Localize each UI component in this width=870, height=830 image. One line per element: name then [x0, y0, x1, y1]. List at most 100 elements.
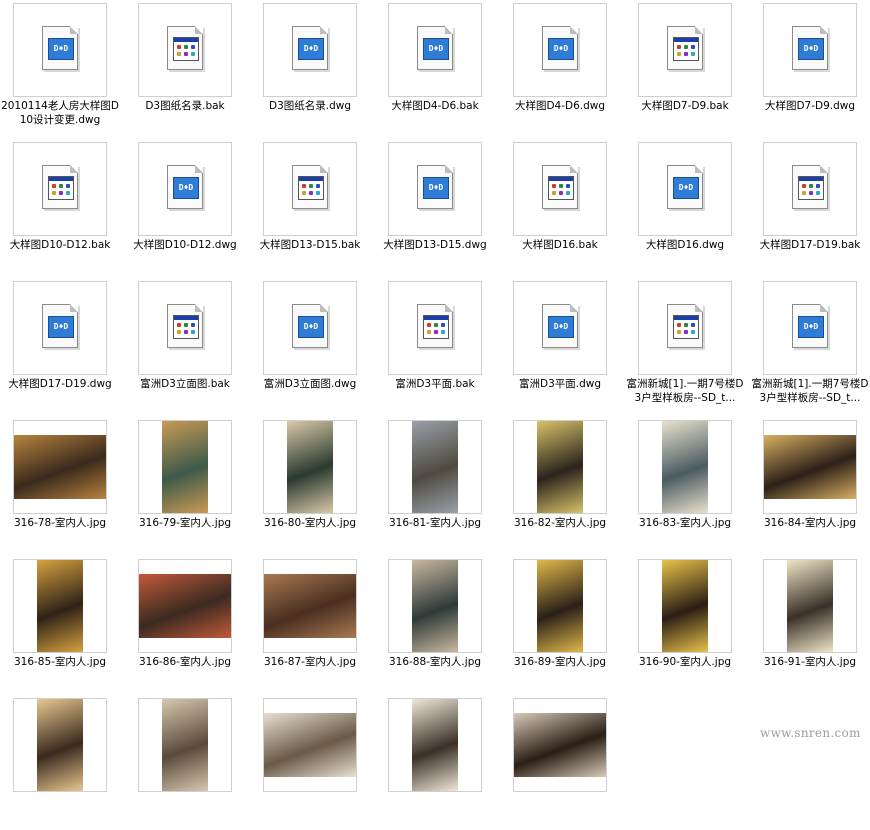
file-item[interactable]	[500, 695, 620, 830]
photo-thumbnail[interactable]	[388, 559, 482, 653]
photo-thumbnail[interactable]	[13, 420, 107, 514]
file-thumbnail[interactable]: D♦D	[388, 3, 482, 97]
file-thumbnail[interactable]: D♦D	[763, 3, 857, 97]
file-item[interactable]: D♦D 大样图D7-D9.dwg	[750, 0, 870, 135]
photo-image	[264, 574, 356, 638]
photo-thumbnail[interactable]	[138, 559, 232, 653]
file-item[interactable]: 316-79-室内人.jpg	[125, 417, 245, 552]
file-name-label: 316-84-室内人.jpg	[763, 517, 857, 529]
file-item[interactable]: D♦D 大样图D17-D19.dwg	[0, 278, 120, 413]
file-thumbnail[interactable]: D♦D	[638, 142, 732, 236]
file-name-label: 大样图D4-D6.bak	[391, 100, 479, 112]
file-thumbnail[interactable]	[263, 142, 357, 236]
file-thumbnail[interactable]	[638, 281, 732, 375]
bak-file-icon	[42, 165, 78, 209]
file-item[interactable]: 大样图D7-D9.bak	[625, 0, 745, 135]
file-name-label: 大样图D17-D19.dwg	[8, 378, 112, 390]
photo-thumbnail[interactable]	[388, 420, 482, 514]
file-item[interactable]	[0, 695, 120, 830]
file-thumbnail[interactable]: D♦D	[13, 281, 107, 375]
photo-image	[662, 421, 708, 513]
file-item[interactable]	[375, 695, 495, 830]
file-item[interactable]: 316-78-室内人.jpg	[0, 417, 120, 552]
file-item[interactable]: 316-82-室内人.jpg	[500, 417, 620, 552]
file-name-label: 2010114老人房大样图D10设计变更.dwg	[1, 100, 119, 126]
file-thumbnail[interactable]	[763, 142, 857, 236]
file-name-label: 316-91-室内人.jpg	[763, 656, 857, 668]
file-name-label: 富洲D3立面图.bak	[140, 378, 230, 390]
file-thumbnail[interactable]: D♦D	[513, 281, 607, 375]
file-item[interactable]: 316-84-室内人.jpg	[750, 417, 870, 552]
file-item[interactable]: D♦D D3图纸名录.dwg	[250, 0, 370, 135]
file-item[interactable]: 316-88-室内人.jpg	[375, 556, 495, 691]
file-item[interactable]: D♦D 大样图D16.dwg	[625, 139, 745, 274]
photo-thumbnail[interactable]	[388, 698, 482, 792]
photo-image	[412, 699, 458, 791]
photo-thumbnail[interactable]	[263, 559, 357, 653]
file-thumbnail[interactable]	[13, 142, 107, 236]
bak-file-icon	[792, 165, 828, 209]
file-item[interactable]: 316-80-室内人.jpg	[250, 417, 370, 552]
photo-thumbnail[interactable]	[638, 559, 732, 653]
photo-thumbnail[interactable]	[513, 559, 607, 653]
file-item[interactable]: D3图纸名录.bak	[125, 0, 245, 135]
file-item[interactable]: D♦D 大样图D13-D15.dwg	[375, 139, 495, 274]
file-item[interactable]: 大样图D13-D15.bak	[250, 139, 370, 274]
file-name-label: 316-90-室内人.jpg	[638, 656, 732, 668]
file-item[interactable]: D♦D 富洲D3立面图.dwg	[250, 278, 370, 413]
photo-thumbnail[interactable]	[763, 420, 857, 514]
file-item[interactable]	[125, 695, 245, 830]
file-item[interactable]: 316-83-室内人.jpg	[625, 417, 745, 552]
file-thumbnail[interactable]	[138, 281, 232, 375]
photo-image	[14, 435, 106, 499]
photo-thumbnail[interactable]	[13, 698, 107, 792]
file-thumbnail[interactable]: D♦D	[763, 281, 857, 375]
file-thumbnail[interactable]	[388, 281, 482, 375]
file-thumbnail[interactable]: D♦D	[388, 142, 482, 236]
file-item[interactable]: 富洲D3平面.bak	[375, 278, 495, 413]
file-item[interactable]: 316-91-室内人.jpg	[750, 556, 870, 691]
photo-image	[162, 421, 208, 513]
bak-file-icon	[167, 26, 203, 70]
file-item[interactable]: 大样图D17-D19.bak	[750, 139, 870, 274]
file-item[interactable]: D♦D 大样图D4-D6.dwg	[500, 0, 620, 135]
photo-thumbnail[interactable]	[13, 559, 107, 653]
file-thumbnail[interactable]: D♦D	[263, 3, 357, 97]
file-name-label: 大样图D7-D9.bak	[641, 100, 729, 112]
file-name-label: 316-88-室内人.jpg	[388, 656, 482, 668]
photo-thumbnail[interactable]	[763, 559, 857, 653]
file-item[interactable]: 富洲新城[1].一期7号楼D3户型样板房--SD_t...	[625, 278, 745, 413]
file-item[interactable]: 316-89-室内人.jpg	[500, 556, 620, 691]
file-thumbnail[interactable]: D♦D	[138, 142, 232, 236]
photo-thumbnail[interactable]	[263, 698, 357, 792]
photo-thumbnail[interactable]	[513, 698, 607, 792]
file-item[interactable]: 大样图D16.bak	[500, 139, 620, 274]
file-item[interactable]: 316-86-室内人.jpg	[125, 556, 245, 691]
file-thumbnail[interactable]	[138, 3, 232, 97]
file-item[interactable]: D♦D 大样图D4-D6.bak	[375, 0, 495, 135]
file-item[interactable]: D♦D 富洲D3平面.dwg	[500, 278, 620, 413]
file-thumbnail[interactable]: D♦D	[263, 281, 357, 375]
file-item[interactable]: D♦D 2010114老人房大样图D10设计变更.dwg	[0, 0, 120, 135]
file-name-label: 316-79-室内人.jpg	[138, 517, 232, 529]
file-item[interactable]: 316-81-室内人.jpg	[375, 417, 495, 552]
file-thumbnail[interactable]	[513, 142, 607, 236]
photo-thumbnail[interactable]	[138, 698, 232, 792]
file-item[interactable]: D♦D 大样图D10-D12.dwg	[125, 139, 245, 274]
file-name-label: 316-80-室内人.jpg	[263, 517, 357, 529]
file-thumbnail[interactable]: D♦D	[13, 3, 107, 97]
photo-thumbnail[interactable]	[263, 420, 357, 514]
photo-thumbnail[interactable]	[638, 420, 732, 514]
file-thumbnail[interactable]: D♦D	[513, 3, 607, 97]
file-item[interactable]: 316-85-室内人.jpg	[0, 556, 120, 691]
photo-image	[787, 560, 833, 652]
photo-thumbnail[interactable]	[138, 420, 232, 514]
photo-thumbnail[interactable]	[513, 420, 607, 514]
file-item[interactable]: 316-90-室内人.jpg	[625, 556, 745, 691]
file-thumbnail[interactable]	[638, 3, 732, 97]
file-item[interactable]: 大样图D10-D12.bak	[0, 139, 120, 274]
file-item[interactable]: D♦D 富洲新城[1].一期7号楼D3户型样板房--SD_t...	[750, 278, 870, 413]
file-item[interactable]: 316-87-室内人.jpg	[250, 556, 370, 691]
file-item[interactable]	[250, 695, 370, 830]
file-item[interactable]: 富洲D3立面图.bak	[125, 278, 245, 413]
